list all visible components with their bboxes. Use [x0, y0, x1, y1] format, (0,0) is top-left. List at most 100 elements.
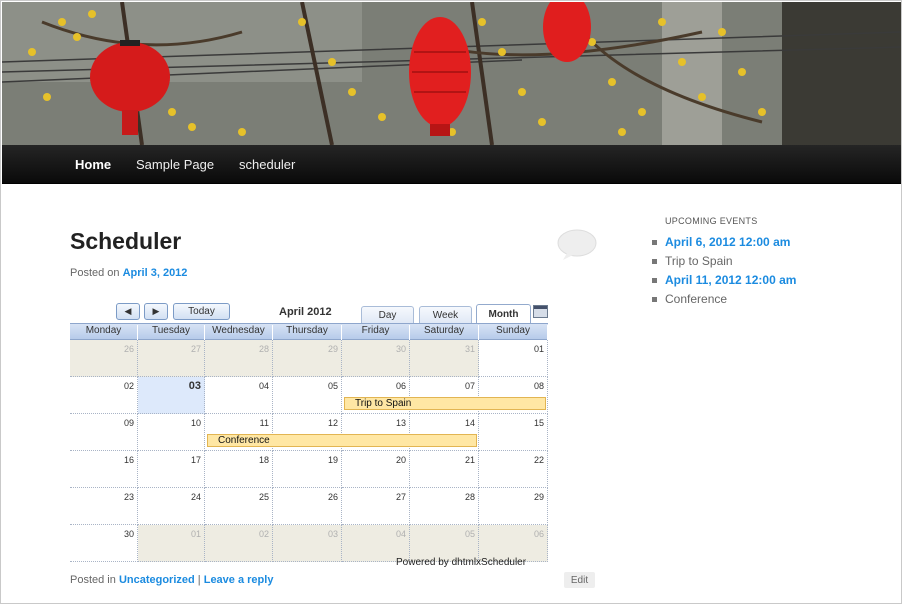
day-cell[interactable]: 22	[479, 451, 548, 488]
event-name: Conference	[665, 292, 728, 306]
day-cell[interactable]: 10	[138, 414, 205, 451]
mini-calendar-icon[interactable]	[533, 305, 548, 318]
day-cell[interactable]: 04	[205, 377, 273, 414]
scheduler-toolbar: ◀ ▶ Today April 2012 Day Week Month	[70, 302, 548, 324]
day-number: 09	[123, 418, 134, 428]
day-cell[interactable]: 20	[342, 451, 410, 488]
post-date-link[interactable]: April 3, 2012	[123, 267, 188, 279]
day-cell[interactable]: 19	[273, 451, 342, 488]
day-cell[interactable]: 29	[273, 340, 342, 377]
nav-item-home[interactable]: Home	[75, 157, 111, 172]
tab-month[interactable]: Month	[476, 304, 531, 324]
event-date-link[interactable]: April 6, 2012 12:00 am	[665, 235, 790, 249]
header-image	[2, 2, 901, 145]
day-cell[interactable]: 05	[273, 377, 342, 414]
day-cell[interactable]: 27	[138, 340, 205, 377]
day-number: 19	[327, 455, 338, 465]
day-cell[interactable]: 30	[342, 340, 410, 377]
day-name-header: Sunday	[479, 325, 548, 340]
day-number: 27	[395, 492, 406, 502]
day-number: 30	[123, 529, 134, 539]
day-number: 24	[190, 492, 201, 502]
day-cell-today[interactable]: 03	[138, 377, 205, 414]
day-name-header: Friday	[342, 325, 410, 340]
leave-reply-link[interactable]: Leave a reply	[204, 574, 274, 586]
arrow-right-icon: ▶	[152, 306, 160, 316]
day-cell[interactable]: 21	[410, 451, 479, 488]
day-number: 05	[327, 381, 338, 391]
day-number: 06	[395, 381, 406, 391]
meta-separator: |	[197, 574, 201, 586]
day-name-header: Tuesday	[138, 325, 205, 340]
day-names-row: Monday Tuesday Wednesday Thursday Friday Satu…	[70, 323, 548, 340]
page: Home Sample Page scheduler Scheduler Pos…	[0, 0, 902, 604]
day-number: 01	[190, 529, 201, 539]
day-cell[interactable]: 30	[70, 525, 138, 562]
arrow-left-icon: ◀	[124, 306, 132, 316]
tab-day[interactable]: Day	[361, 306, 414, 324]
day-cell[interactable]: 26	[70, 340, 138, 377]
day-number: 23	[123, 492, 134, 502]
day-number: 29	[327, 344, 338, 354]
footer-prefix: Posted in	[70, 574, 116, 586]
prev-button[interactable]: ◀	[116, 303, 140, 320]
list-item: Conference	[651, 292, 796, 311]
day-number: 26	[123, 344, 134, 354]
day-cell[interactable]: 26	[273, 488, 342, 525]
day-number: 10	[190, 418, 201, 428]
event-date-link[interactable]: April 11, 2012 12:00 am	[665, 273, 796, 287]
nav-item-sample-page[interactable]: Sample Page	[136, 157, 214, 172]
calendar-event[interactable]: Trip to Spain	[344, 397, 546, 410]
day-cell[interactable]: 02	[70, 377, 138, 414]
day-cell[interactable]: 28	[205, 340, 273, 377]
day-number: 11	[259, 418, 269, 428]
day-cell[interactable]: 17	[138, 451, 205, 488]
edit-button[interactable]: Edit	[564, 572, 595, 588]
day-number: 26	[327, 492, 338, 502]
day-cell[interactable]: 15	[479, 414, 548, 451]
post-footer-meta: Posted in Uncategorized | Leave a reply	[70, 574, 273, 586]
day-cell[interactable]: 28	[410, 488, 479, 525]
day-number: 04	[258, 381, 269, 391]
day-number: 25	[258, 492, 269, 502]
day-number: 13	[395, 418, 406, 428]
day-cell[interactable]: 24	[138, 488, 205, 525]
day-cell[interactable]: 18	[205, 451, 273, 488]
day-name-header: Wednesday	[205, 325, 273, 340]
day-number: 20	[395, 455, 406, 465]
lantern-blossom-photo	[2, 2, 901, 145]
day-cell[interactable]: 31	[410, 340, 479, 377]
day-cell[interactable]: 09	[70, 414, 138, 451]
scheduler: ◀ ▶ Today April 2012 Day Week Month Mond…	[70, 302, 548, 570]
post-meta: Posted on April 3, 2012	[70, 267, 187, 279]
day-cell[interactable]: 01	[138, 525, 205, 562]
tab-week[interactable]: Week	[419, 306, 472, 324]
nav-item-scheduler[interactable]: scheduler	[239, 157, 295, 172]
next-button[interactable]: ▶	[144, 303, 168, 320]
day-cell[interactable]: 29	[479, 488, 548, 525]
day-number: 04	[395, 529, 406, 539]
day-cell[interactable]: 27	[342, 488, 410, 525]
comment-bubble-icon[interactable]	[557, 229, 597, 266]
day-cell[interactable]: 23	[70, 488, 138, 525]
today-button[interactable]: Today	[173, 303, 230, 320]
day-number: 02	[123, 381, 134, 391]
upcoming-events-list: April 6, 2012 12:00 am Trip to Spain Apr…	[651, 235, 796, 311]
main-navigation: Home Sample Page scheduler	[2, 145, 901, 184]
day-number: 01	[533, 344, 544, 354]
day-number: 07	[464, 381, 475, 391]
day-cell[interactable]: 01	[479, 340, 548, 377]
calendar-event[interactable]: Conference	[207, 434, 477, 447]
day-cell[interactable]: 25	[205, 488, 273, 525]
day-cell[interactable]: 02	[205, 525, 273, 562]
day-number: 28	[464, 492, 475, 502]
day-cell[interactable]: 03	[273, 525, 342, 562]
posted-prefix: Posted on	[70, 267, 120, 279]
widget-title: UPCOMING EVENTS	[665, 216, 758, 226]
day-number: 02	[258, 529, 269, 539]
day-number: 03	[188, 380, 201, 392]
list-item: April 11, 2012 12:00 am	[651, 273, 796, 292]
day-cell[interactable]: 16	[70, 451, 138, 488]
day-number: 28	[258, 344, 269, 354]
category-link[interactable]: Uncategorized	[119, 574, 195, 586]
